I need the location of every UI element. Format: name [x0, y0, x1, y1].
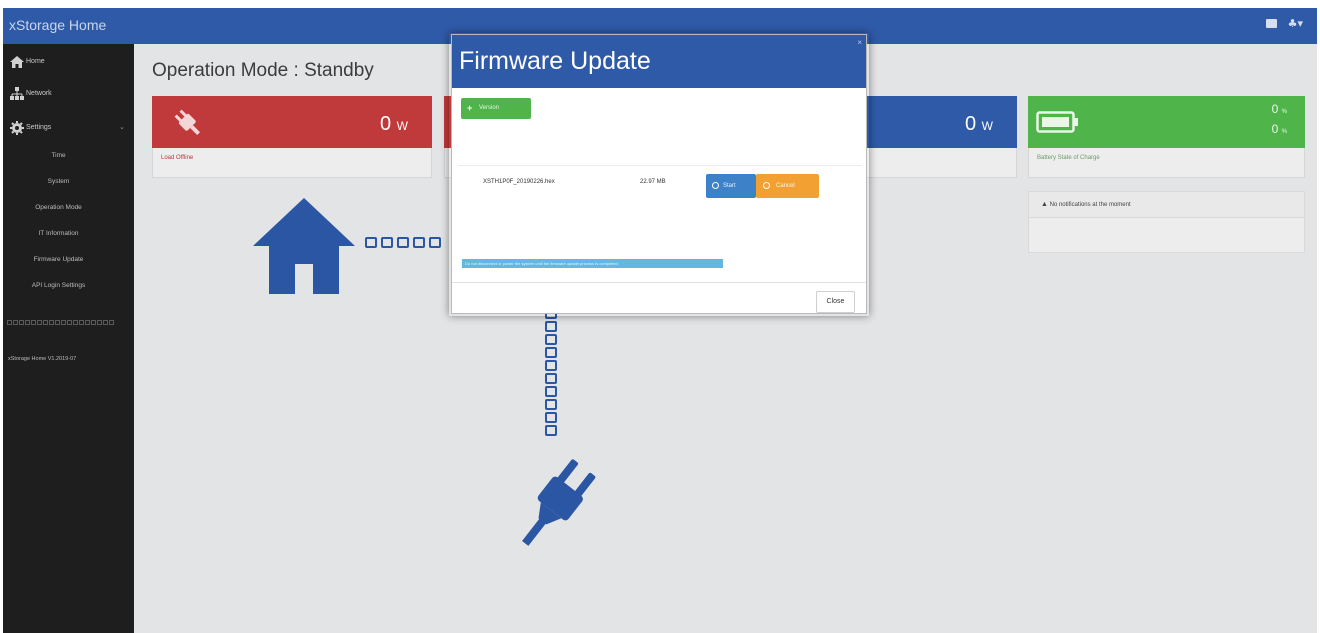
modal-header: Firmware Update × — [452, 35, 866, 88]
battery-value-b-unit: % — [1281, 129, 1287, 135]
file-name: XSTH1P0F_20190226.hex — [483, 179, 555, 185]
version-label: xStorage Home V1.2019-07 — [8, 356, 77, 362]
load-value-number: 0 — [379, 113, 392, 135]
battery-value-a-number: 0 — [1271, 102, 1279, 116]
envelope-icon[interactable] — [1266, 19, 1277, 28]
load-tile: 0 W — [152, 96, 432, 148]
gear-icon — [10, 121, 24, 135]
battery-value-b-number: 0 — [1271, 122, 1279, 136]
start-button[interactable]: Start — [706, 174, 756, 198]
user-menu[interactable]: ♣▾ — [1288, 17, 1303, 30]
notifications-panel: ▲ No notifications at the moment — [1028, 191, 1305, 253]
sidebar-item-label: Settings — [26, 124, 52, 131]
file-size: 22.97 MB — [640, 179, 666, 185]
grid-tile: 0 W — [865, 96, 1017, 148]
version-button[interactable]: + Version — [461, 98, 531, 119]
battery-icon — [1036, 111, 1078, 133]
sidebar-subitem-operation-mode[interactable]: Operation Mode — [3, 199, 134, 217]
close-icon[interactable]: × — [857, 38, 862, 47]
notifications-text: No notifications at the moment — [1049, 202, 1131, 208]
load-footer: Load Offline — [152, 148, 432, 178]
network-icon — [10, 87, 24, 100]
warning-notice: Do not disconnect or power the system un… — [462, 259, 723, 268]
battery-value-a: 0 % — [1272, 102, 1287, 116]
plug-icon — [522, 459, 596, 546]
ban-icon — [763, 182, 770, 189]
plug-icon — [174, 109, 201, 136]
start-button-label: Start — [723, 183, 736, 189]
cancel-button[interactable]: Cancel — [756, 174, 819, 198]
sidebar-subitem-time[interactable]: Time — [3, 147, 134, 165]
sidebar-item-settings[interactable]: Settings ⌄ — [3, 116, 134, 140]
plus-icon: + — [467, 103, 473, 113]
version-button-label: Version — [479, 105, 500, 111]
grid-value-number: 0 — [964, 113, 977, 135]
battery-tile: 0 % 0 % — [1028, 96, 1305, 148]
load-value: 0 W — [380, 113, 408, 136]
cancel-button-label: Cancel — [776, 183, 795, 189]
sidebar-item-label: Home — [26, 58, 45, 65]
page-title: Operation Mode : Standby — [152, 60, 374, 81]
sidebar-subitem-api-login-settings[interactable]: API Login Settings — [3, 277, 134, 295]
chevron-down-icon: ⌄ — [119, 124, 125, 131]
sidebar-subitem-it-information[interactable]: IT Information — [3, 225, 134, 243]
house-icon — [253, 198, 355, 294]
sidebar-subitem-firmware-update[interactable]: Firmware Update — [3, 251, 134, 269]
notifications-header: ▲ No notifications at the moment — [1029, 192, 1304, 218]
sidebar-item-home[interactable]: Home — [3, 50, 134, 74]
modal-divider — [452, 282, 866, 283]
sidebar-item-network[interactable]: Network — [3, 82, 134, 106]
sidebar-item-label: Network — [26, 90, 52, 97]
app-window: xStorage Home ♣▾ Home Network Settings ⌄… — [3, 8, 1317, 633]
sidebar-subitem-system[interactable]: System — [3, 173, 134, 191]
firmware-update-dialog: Firmware Update × + Version XSTH1P0F_201… — [451, 34, 867, 314]
sidebar-divider — [7, 312, 127, 325]
eye-icon — [712, 182, 719, 189]
file-row: XSTH1P0F_20190226.hex 22.97 MB Start Can… — [458, 165, 862, 207]
close-button[interactable]: Close — [816, 291, 855, 313]
grid-value: 0 W — [965, 113, 993, 136]
modal-title: Firmware Update — [459, 47, 651, 75]
grid-value-unit: W — [981, 119, 993, 133]
sidebar: Home Network Settings ⌄ Time System Oper… — [3, 44, 134, 633]
home-icon — [10, 56, 24, 68]
battery-value-a-unit: % — [1281, 109, 1287, 115]
load-value-unit: W — [396, 119, 408, 133]
grid-footer — [865, 148, 1017, 178]
battery-footer: Battery State of Charge — [1028, 148, 1305, 178]
battery-value-b: 0 % — [1272, 122, 1287, 136]
app-title[interactable]: xStorage Home — [9, 17, 106, 33]
bell-icon: ▲ — [1041, 201, 1048, 208]
